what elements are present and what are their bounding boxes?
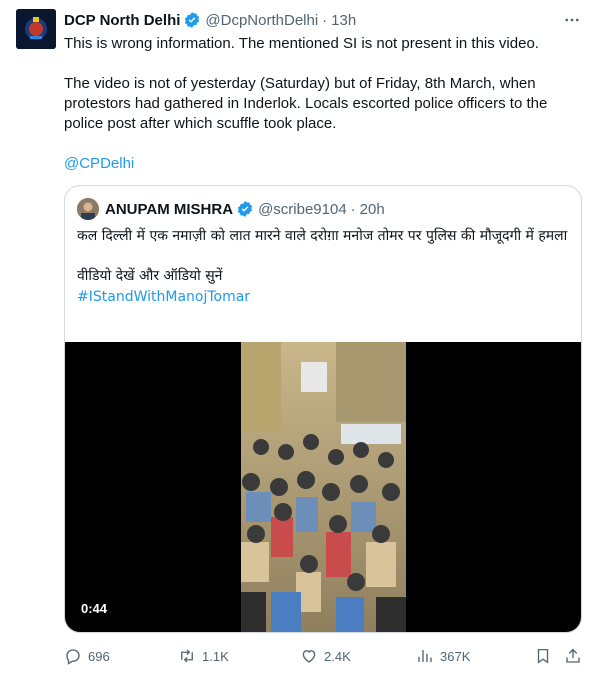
quote-timestamp[interactable]: 20h [360, 201, 385, 218]
author-name[interactable]: DCP North Delhi [64, 12, 180, 29]
tweet-header: DCP North Delhi @DcpNorthDelhi · 13h [64, 10, 356, 30]
share-button[interactable] [564, 646, 588, 666]
video-thumbnail [241, 342, 406, 632]
verified-badge-icon [183, 11, 201, 29]
retweet-button[interactable]: 1.1K [178, 646, 229, 666]
author-handle[interactable]: @DcpNorthDelhi [205, 12, 318, 29]
tweet: DCP North Delhi @DcpNorthDelhi · 13h Thi… [0, 0, 598, 678]
separator-dot: · [350, 200, 356, 218]
action-bar: 696 1.1K 2.4K 367K [64, 646, 584, 666]
retweet-count: 1.1K [202, 648, 229, 664]
video-player[interactable]: 0:44 [65, 342, 581, 632]
like-count: 2.4K [324, 648, 351, 664]
tweet-timestamp[interactable]: 13h [331, 12, 356, 29]
quote-text-line1: कल दिल्ली में एक नमाज़ी को लात मारने वाल… [77, 228, 568, 244]
reply-icon [66, 649, 80, 665]
bookmark-button[interactable] [534, 646, 558, 666]
quote-author-avatar[interactable] [77, 198, 99, 220]
reply-count: 696 [88, 648, 110, 664]
mention-link[interactable]: @CPDelhi [64, 155, 134, 172]
quote-header: ANUPAM MISHRA @scribe9104 · 20h [77, 198, 385, 220]
more-options-icon[interactable] [562, 10, 582, 30]
views-chart-icon [418, 650, 432, 662]
tweet-text-line1: This is wrong information. The mentioned… [64, 35, 539, 52]
retweet-icon [181, 649, 193, 663]
views-count: 367K [440, 648, 471, 664]
separator-dot: · [322, 11, 328, 29]
quote-author-handle[interactable]: @scribe9104 [258, 201, 347, 218]
author-avatar[interactable] [16, 9, 56, 49]
heart-icon [302, 650, 316, 663]
views-button[interactable]: 367K [416, 646, 470, 666]
quoted-tweet[interactable]: ANUPAM MISHRA @scribe9104 · 20h कल दिल्ल… [64, 185, 582, 633]
quote-text: कल दिल्ली में एक नमाज़ी को लात मारने वाल… [77, 226, 571, 308]
quote-author-name[interactable]: ANUPAM MISHRA [105, 201, 233, 218]
tweet-text-line2: The video is not of yesterday (Saturday)… [64, 75, 548, 132]
share-icon [566, 648, 580, 663]
quote-text-line2: वीडियो देखें और ऑडियो सुनें [77, 268, 223, 284]
verified-badge-icon [236, 200, 254, 218]
tweet-text: This is wrong information. The mentioned… [64, 34, 584, 174]
bookmark-icon [537, 648, 549, 664]
hashtag-link[interactable]: #IStandWithManojTomar [77, 289, 250, 305]
like-button[interactable]: 2.4K [300, 646, 351, 666]
reply-button[interactable]: 696 [64, 646, 110, 666]
video-duration: 0:44 [75, 599, 114, 618]
